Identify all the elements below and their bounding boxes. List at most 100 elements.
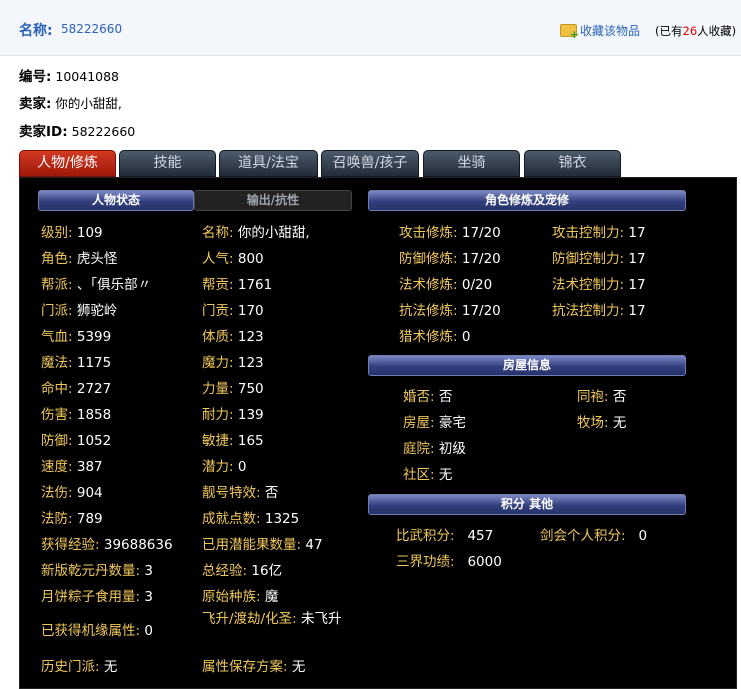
stat-row: 飞升/渡劫/化圣: 未飞升 — [202, 610, 352, 628]
community-label: 社区: — [403, 467, 435, 483]
stat-value: 未飞升 — [300, 611, 342, 627]
stat-label: 魔力: — [202, 355, 234, 371]
seller-line: 卖家: 你的小甜甜, — [19, 92, 122, 112]
stat-label: 耐力: — [202, 407, 234, 423]
favorite-count: (已有26人收藏) — [655, 23, 736, 39]
married-value: 否 — [438, 389, 453, 405]
stat-value: 17/20 — [461, 225, 501, 241]
tab-skills[interactable]: 技能 — [119, 150, 216, 177]
stat-value: 109 — [76, 225, 103, 241]
stat-row: 法防: 789 — [41, 507, 103, 527]
stat-value: 387 — [76, 459, 103, 475]
stat-label: 总经验: — [202, 563, 248, 579]
stat-value: 0/20 — [461, 277, 493, 293]
yard-row: 庭院: 初级 — [403, 437, 466, 457]
stat-row: 门贡: 170 — [202, 299, 264, 319]
stat-row: 法术修炼: 0/20 — [399, 273, 492, 293]
stat-label: 魔法: — [41, 355, 73, 371]
stat-value: 789 — [76, 511, 103, 527]
pvp-label: 比武积分: — [396, 528, 455, 544]
tab-pets[interactable]: 召唤兽/孩子 — [321, 150, 419, 177]
stat-row: 攻击修炼: 17/20 — [399, 221, 501, 241]
stat-label: 攻击修炼: — [399, 225, 458, 241]
stat-value: 、「俱乐部〃 — [76, 277, 152, 293]
stat-row: 魔力: 123 — [202, 351, 264, 371]
ranch-label: 牧场: — [577, 415, 609, 431]
favorite-link[interactable]: 收藏该物品 — [580, 22, 640, 39]
stat-label: 成就点数: — [202, 511, 261, 527]
tab-mounts[interactable]: 坐骑 — [423, 150, 520, 177]
tab-character[interactable]: 人物/修炼 — [19, 150, 116, 177]
character-panel: 人物状态 输出/抗性 角色修炼及宠修 房屋信息 积分 其他 级别: 109 角色:… — [19, 177, 737, 689]
stat-value: 17/20 — [461, 251, 501, 267]
stat-value: 无 — [291, 659, 306, 675]
stat-value: 0 — [237, 459, 247, 475]
stat-row: 名称: 你的小甜甜, — [202, 221, 310, 241]
stat-label: 门贡: — [202, 303, 234, 319]
robe-value: 否 — [612, 389, 627, 405]
stat-row: 攻击控制力: 17 — [552, 221, 646, 241]
stat-row: 耐力: 139 — [202, 403, 264, 423]
score-header: 积分 其他 — [368, 494, 686, 515]
merit-row: 三界功绩: 6000 — [396, 550, 502, 570]
stat-label: 靓号特效: — [202, 485, 261, 501]
stat-label: 法术修炼: — [399, 277, 458, 293]
id-label: 编号: — [19, 69, 52, 85]
stat-value: 17 — [628, 251, 646, 267]
married-label: 婚否: — [403, 389, 435, 405]
stat-label: 法伤: — [41, 485, 73, 501]
stat-value: 2727 — [76, 381, 112, 397]
stat-label: 历史门派: — [41, 659, 100, 675]
tab-outfits[interactable]: 锦衣 — [524, 150, 621, 177]
stat-row: 靓号特效: 否 — [202, 481, 278, 501]
stat-row: 原始种族: 魔 — [202, 585, 278, 605]
stat-value: 17 — [628, 277, 646, 293]
stat-label: 法防: — [41, 511, 73, 527]
stat-label: 角色: — [41, 251, 73, 267]
stat-value: 800 — [237, 251, 264, 267]
stat-value: 170 — [237, 303, 264, 319]
stat-label: 法术控制力: — [552, 277, 625, 293]
item-id-line: 编号: 10041088 — [19, 65, 119, 85]
stat-row: 防御: 1052 — [41, 429, 111, 449]
stat-row: 新版乾元丹数量: 3 — [41, 559, 153, 579]
stat-row: 总经验: 16亿 — [202, 559, 282, 579]
seller-value: 你的小甜甜, — [55, 96, 122, 111]
stat-value: 你的小甜甜, — [237, 225, 310, 241]
stat-row: 潜力: 0 — [202, 455, 246, 475]
stat-value: 5399 — [76, 329, 112, 345]
stat-label: 力量: — [202, 381, 234, 397]
char-status-tab[interactable]: 人物状态 — [38, 190, 194, 211]
name-label: 名称: — [19, 23, 53, 39]
stat-label: 气血: — [41, 329, 73, 345]
stat-value: 47 — [305, 537, 323, 553]
seller-id-label: 卖家ID: — [19, 124, 68, 140]
stat-label: 门派: — [41, 303, 73, 319]
community-row: 社区: 无 — [403, 463, 452, 483]
stat-label: 抗法修炼: — [399, 303, 458, 319]
stat-value: 1175 — [76, 355, 112, 371]
stat-row: 已用潜能果数量: 47 — [202, 533, 323, 553]
stat-value: 123 — [237, 355, 264, 371]
tab-items[interactable]: 道具/法宝 — [219, 150, 318, 177]
output-resist-tab[interactable]: 输出/抗性 — [194, 190, 352, 211]
stat-label: 潜力: — [202, 459, 234, 475]
stat-value: 17 — [628, 303, 646, 319]
favorite-button[interactable]: 收藏该物品 — [560, 22, 640, 41]
stat-row: 防御控制力: 17 — [552, 247, 646, 267]
stat-value: 750 — [237, 381, 264, 397]
stat-label: 已用潜能果数量: — [202, 537, 302, 553]
stat-label: 体质: — [202, 329, 234, 345]
stat-value: 1761 — [237, 277, 273, 293]
stat-row: 已获得机缘属性: 0 — [41, 619, 153, 639]
pvp-score-row: 比武积分: 457 — [396, 524, 493, 544]
stat-label: 月饼粽子食用量: — [41, 589, 141, 605]
stat-value: 3 — [144, 563, 153, 579]
stat-label: 伤害: — [41, 407, 73, 423]
stat-value: 虎头怪 — [76, 251, 118, 267]
stat-value: 0 — [144, 623, 153, 639]
fav-prefix: (已有 — [655, 24, 683, 38]
stat-label: 猎术修炼: — [399, 329, 458, 345]
stat-row: 伤害: 1858 — [41, 403, 111, 423]
stat-value: 1325 — [264, 511, 300, 527]
